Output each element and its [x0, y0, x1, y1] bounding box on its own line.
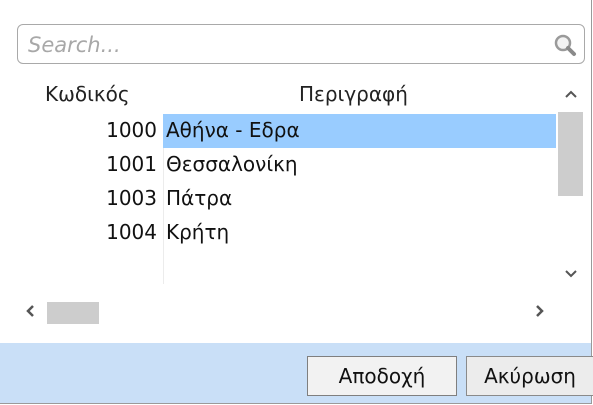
vertical-scrollbar[interactable]: [556, 78, 585, 298]
cell-description: Θεσσαλονίκη: [166, 152, 298, 176]
chevron-left-icon[interactable]: [19, 300, 41, 326]
chevron-down-icon[interactable]: [556, 264, 585, 286]
search-box[interactable]: [17, 24, 585, 64]
table-row[interactable]: 1001 Θεσσαλονίκη: [17, 148, 556, 182]
cancel-button[interactable]: Ακύρωση: [466, 356, 593, 396]
table-row[interactable]: 1004 Κρήτη: [17, 216, 556, 250]
table-row[interactable]: 1000 Αθήνα - Εδρα: [17, 114, 556, 148]
cell-code: 1003: [106, 186, 157, 210]
cell-code: 1004: [106, 220, 157, 244]
chevron-up-icon[interactable]: [556, 84, 585, 106]
cell-description: Αθήνα - Εδρα: [166, 118, 300, 142]
column-header-code[interactable]: Κωδικός: [45, 82, 130, 106]
cell-code: 1001: [106, 152, 157, 176]
cell-description: Κρήτη: [166, 220, 230, 244]
results-grid: Κωδικός Περιγραφή 1000 Αθήνα - Εδρα 1001…: [17, 78, 556, 298]
dialog-footer: Αποδοχή Ακύρωση: [0, 343, 593, 403]
horizontal-scrollbar[interactable]: [17, 298, 556, 328]
accept-button[interactable]: Αποδοχή: [307, 356, 457, 396]
search-input[interactable]: [26, 29, 550, 61]
vertical-scroll-thumb[interactable]: [558, 112, 583, 196]
cell-description: Πάτρα: [166, 186, 233, 210]
column-header-description[interactable]: Περιγραφή: [299, 82, 408, 106]
cell-code: 1000: [106, 118, 157, 142]
horizontal-scroll-thumb[interactable]: [47, 302, 99, 324]
grid-header: Κωδικός Περιγραφή: [17, 82, 556, 112]
chevron-right-icon[interactable]: [529, 300, 551, 326]
search-icon[interactable]: [552, 32, 578, 58]
lookup-dialog: Κωδικός Περιγραφή 1000 Αθήνα - Εδρα 1001…: [0, 0, 593, 404]
table-row[interactable]: 1003 Πάτρα: [17, 182, 556, 216]
